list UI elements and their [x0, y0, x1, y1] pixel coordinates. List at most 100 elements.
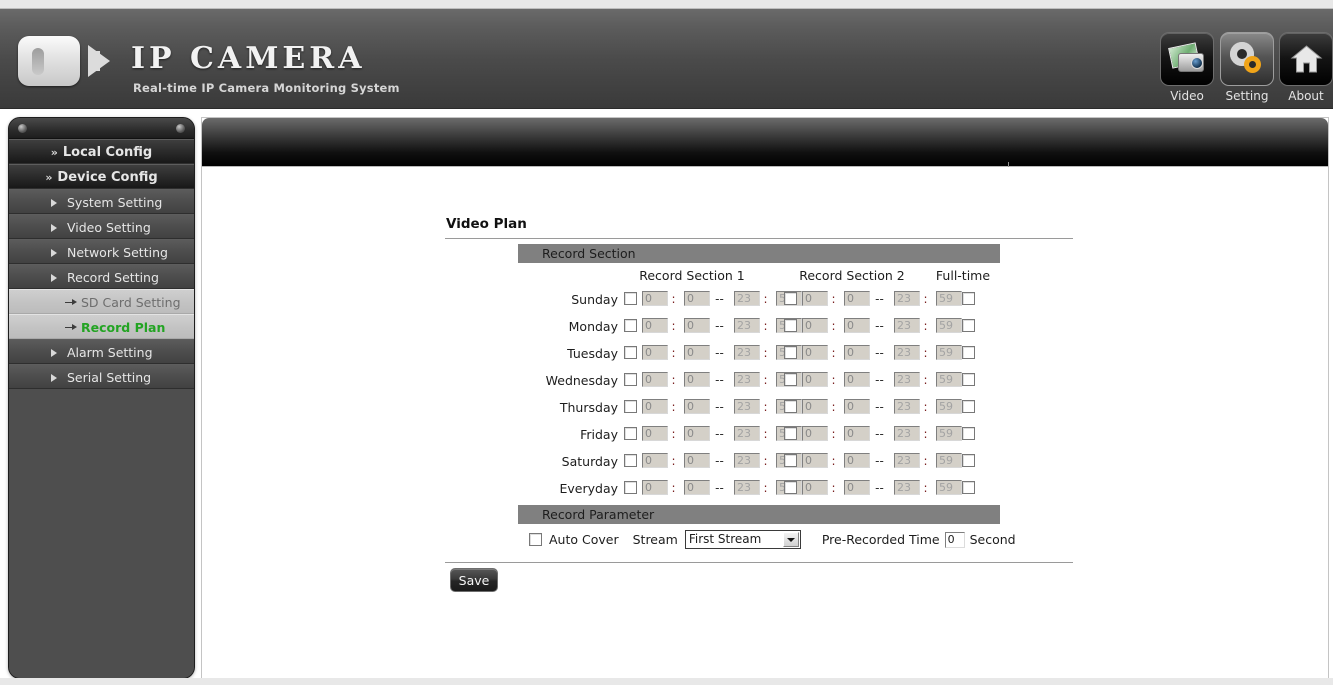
- pre-recorded-time-input[interactable]: [944, 531, 965, 548]
- start-hour-section-2[interactable]: [802, 480, 828, 495]
- end-minute-section-2[interactable]: [936, 399, 962, 414]
- end-hour-section-1[interactable]: [734, 480, 760, 495]
- start-minute-section-2[interactable]: [844, 426, 870, 441]
- enable-checkbox-section-2[interactable]: [784, 319, 797, 332]
- end-hour-section-2[interactable]: [894, 480, 920, 495]
- enable-checkbox-section-2[interactable]: [784, 427, 797, 440]
- start-hour-section-2[interactable]: [802, 318, 828, 333]
- end-minute-section-2[interactable]: [936, 480, 962, 495]
- start-hour-section-1[interactable]: [642, 480, 668, 495]
- enable-checkbox-section-1[interactable]: [624, 346, 637, 359]
- start-hour-section-1[interactable]: [642, 426, 668, 441]
- sidebar-item-sd-card-setting[interactable]: SD Card Setting: [9, 289, 194, 314]
- start-hour-section-1[interactable]: [642, 291, 668, 306]
- enable-checkbox-section-1[interactable]: [624, 427, 637, 440]
- end-hour-section-1[interactable]: [734, 345, 760, 360]
- start-minute-section-2[interactable]: [844, 345, 870, 360]
- enable-checkbox-section-1[interactable]: [624, 400, 637, 413]
- nav-setting-button[interactable]: [1220, 32, 1274, 86]
- sidebar-item-system-setting[interactable]: System Setting: [9, 189, 194, 214]
- start-hour-section-2[interactable]: [802, 372, 828, 387]
- end-hour-section-2[interactable]: [894, 399, 920, 414]
- start-hour-section-1[interactable]: [642, 399, 668, 414]
- start-hour-section-1[interactable]: [642, 372, 668, 387]
- start-minute-section-2[interactable]: [844, 291, 870, 306]
- start-hour-section-2[interactable]: [802, 426, 828, 441]
- end-minute-section-2[interactable]: [936, 318, 962, 333]
- nav-setting[interactable]: Setting: [1219, 32, 1275, 103]
- full-time-checkbox[interactable]: [962, 427, 975, 440]
- start-minute-section-1[interactable]: [684, 480, 710, 495]
- auto-cover-checkbox[interactable]: [529, 533, 542, 546]
- end-hour-section-2[interactable]: [894, 345, 920, 360]
- enable-checkbox-section-2[interactable]: [784, 481, 797, 494]
- start-minute-section-1[interactable]: [684, 345, 710, 360]
- start-hour-section-2[interactable]: [802, 291, 828, 306]
- enable-checkbox-section-2[interactable]: [784, 400, 797, 413]
- end-hour-section-1[interactable]: [734, 453, 760, 468]
- end-hour-section-1[interactable]: [734, 372, 760, 387]
- start-minute-section-2[interactable]: [844, 372, 870, 387]
- nav-about[interactable]: About: [1278, 32, 1333, 103]
- enable-checkbox-section-1[interactable]: [624, 481, 637, 494]
- start-hour-section-2[interactable]: [802, 399, 828, 414]
- enable-checkbox-section-1[interactable]: [624, 454, 637, 467]
- end-hour-section-1[interactable]: [734, 399, 760, 414]
- save-button[interactable]: Save: [450, 568, 498, 592]
- enable-checkbox-section-2[interactable]: [784, 346, 797, 359]
- start-minute-section-1[interactable]: [684, 453, 710, 468]
- end-minute-section-2[interactable]: [936, 372, 962, 387]
- end-hour-section-1[interactable]: [734, 318, 760, 333]
- full-time-checkbox[interactable]: [962, 481, 975, 494]
- sidebar-item-record-setting[interactable]: Record Setting: [9, 264, 194, 289]
- sidebar-item-local-config[interactable]: » Local Config: [9, 139, 194, 164]
- enable-checkbox-section-2[interactable]: [784, 454, 797, 467]
- full-time-checkbox[interactable]: [962, 454, 975, 467]
- end-hour-section-1[interactable]: [734, 426, 760, 441]
- start-minute-section-1[interactable]: [684, 291, 710, 306]
- full-time-checkbox[interactable]: [962, 319, 975, 332]
- end-hour-section-2[interactable]: [894, 318, 920, 333]
- start-hour-section-2[interactable]: [802, 453, 828, 468]
- full-time-checkbox[interactable]: [962, 373, 975, 386]
- end-hour-section-2[interactable]: [894, 372, 920, 387]
- start-minute-section-2[interactable]: [844, 318, 870, 333]
- end-hour-section-1[interactable]: [734, 291, 760, 306]
- start-hour-section-1[interactable]: [642, 453, 668, 468]
- end-minute-section-2[interactable]: [936, 426, 962, 441]
- enable-checkbox-section-2[interactable]: [784, 292, 797, 305]
- enable-checkbox-section-1[interactable]: [624, 292, 637, 305]
- enable-checkbox-section-1[interactable]: [624, 373, 637, 386]
- start-minute-section-1[interactable]: [684, 426, 710, 441]
- start-hour-section-1[interactable]: [642, 318, 668, 333]
- start-minute-section-1[interactable]: [684, 372, 710, 387]
- end-hour-section-2[interactable]: [894, 426, 920, 441]
- sidebar-item-device-config[interactable]: » Device Config: [9, 164, 194, 189]
- full-time-checkbox[interactable]: [962, 292, 975, 305]
- sidebar-item-video-setting[interactable]: Video Setting: [9, 214, 194, 239]
- nav-video[interactable]: Video: [1159, 32, 1215, 103]
- sidebar-item-record-plan[interactable]: Record Plan: [9, 314, 194, 339]
- full-time-checkbox[interactable]: [962, 400, 975, 413]
- stream-select[interactable]: First Stream: [684, 530, 801, 549]
- sidebar-item-serial-setting[interactable]: Serial Setting: [9, 364, 194, 389]
- end-minute-section-2[interactable]: [936, 345, 962, 360]
- sidebar-item-network-setting[interactable]: Network Setting: [9, 239, 194, 264]
- end-minute-section-2[interactable]: [936, 453, 962, 468]
- end-minute-section-2[interactable]: [936, 291, 962, 306]
- enable-checkbox-section-2[interactable]: [784, 373, 797, 386]
- start-hour-section-1[interactable]: [642, 345, 668, 360]
- end-hour-section-2[interactable]: [894, 291, 920, 306]
- sidebar-item-alarm-setting[interactable]: Alarm Setting: [9, 339, 194, 364]
- start-minute-section-1[interactable]: [684, 399, 710, 414]
- end-hour-section-2[interactable]: [894, 453, 920, 468]
- nav-video-button[interactable]: [1160, 32, 1214, 86]
- full-time-checkbox[interactable]: [962, 346, 975, 359]
- chevron-down-icon[interactable]: [782, 532, 799, 547]
- start-minute-section-2[interactable]: [844, 453, 870, 468]
- enable-checkbox-section-1[interactable]: [624, 319, 637, 332]
- nav-about-button[interactable]: [1279, 32, 1333, 86]
- start-minute-section-2[interactable]: [844, 480, 870, 495]
- start-minute-section-2[interactable]: [844, 399, 870, 414]
- start-minute-section-1[interactable]: [684, 318, 710, 333]
